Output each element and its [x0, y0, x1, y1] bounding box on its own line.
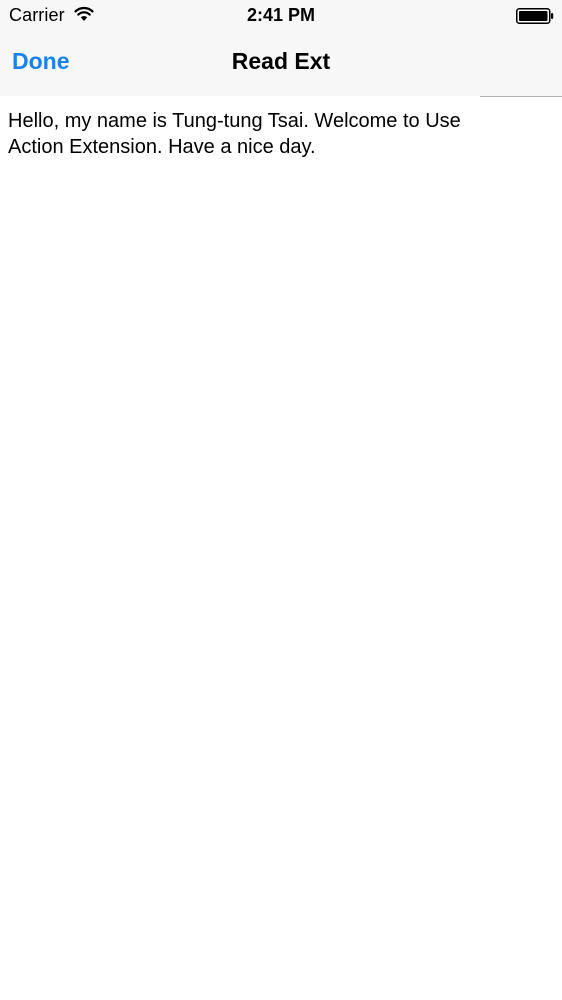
- page-title: Read Ext: [231, 48, 331, 74]
- content-text: Hello, my name is Tung-tung Tsai. Welcom…: [8, 110, 461, 158]
- battery-icon: [516, 8, 554, 24]
- navigation-bar: Done Read Ext: [0, 31, 562, 96]
- nav-divider: [480, 96, 562, 97]
- screen: Carrier 2:41 PM Done Read Ext Hello, my …: [0, 0, 562, 1000]
- status-time: 2:41 PM: [246, 5, 316, 25]
- status-bar: Carrier 2:41 PM: [0, 0, 562, 31]
